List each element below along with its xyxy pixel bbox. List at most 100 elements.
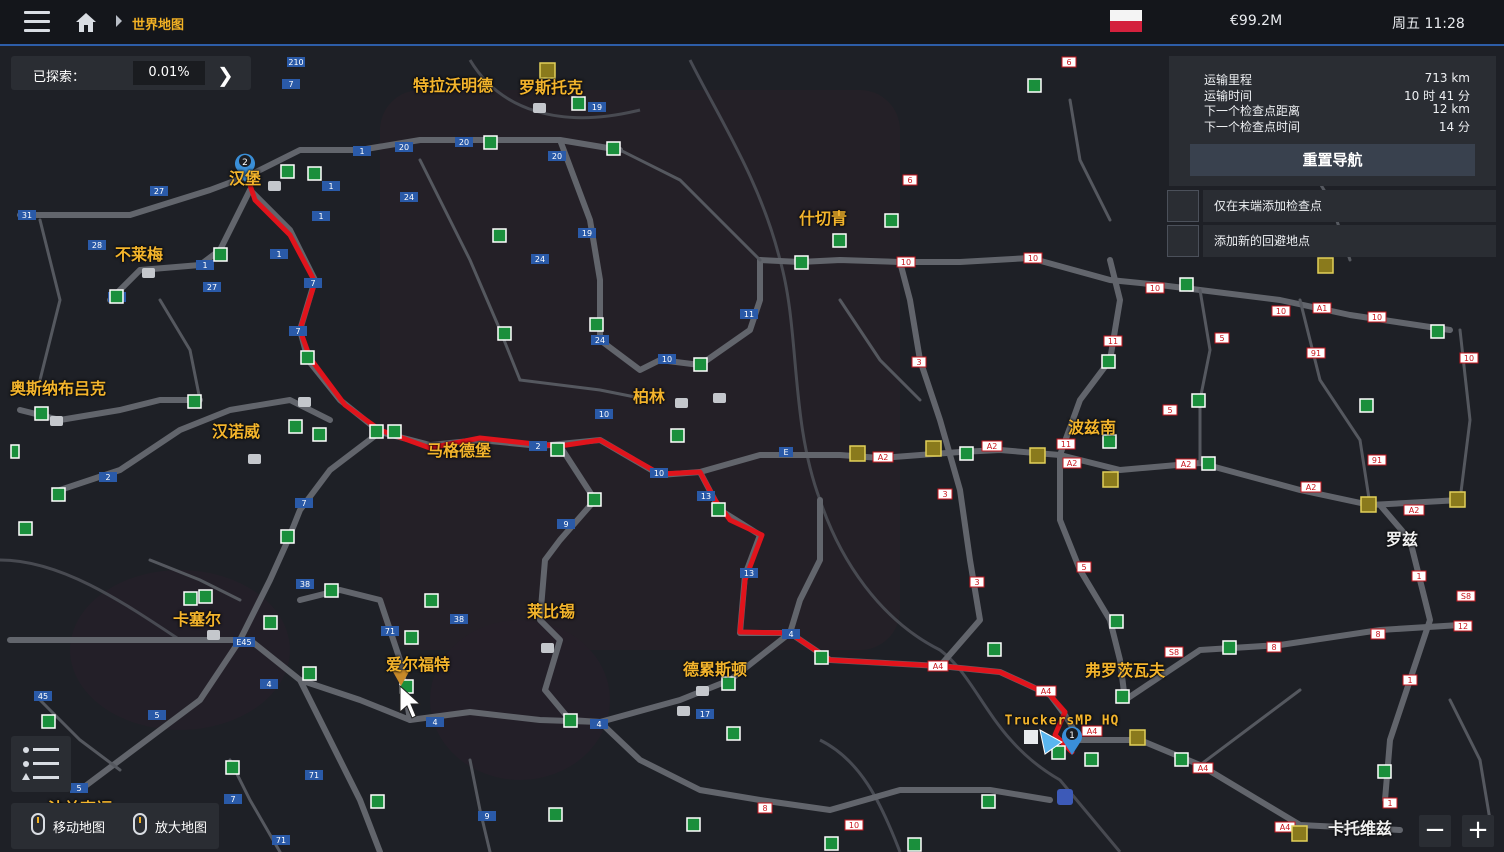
city-label-hannover[interactable]: 汉诺威: [212, 418, 260, 442]
svg-text:3: 3: [974, 578, 979, 587]
svg-text:3: 3: [942, 490, 947, 499]
checkpoint-distance-label: 下一个检查点距离: [1204, 104, 1301, 118]
checkbox-checkpoint-end[interactable]: [1167, 190, 1199, 222]
svg-text:10: 10: [599, 410, 609, 419]
svg-text:12: 12: [1458, 622, 1468, 631]
city-label-leipzig[interactable]: 莱比锡: [527, 598, 575, 622]
svg-text:17: 17: [700, 710, 710, 719]
svg-text:19: 19: [582, 229, 592, 238]
svg-text:9: 9: [484, 812, 489, 821]
top-bar: 世界地图 €99.2M 周五 11:28: [0, 0, 1504, 46]
city-label-szczecin[interactable]: 什切青: [799, 205, 847, 229]
hq-label[interactable]: TruckersMP HQ: [1005, 714, 1120, 729]
svg-text:A2: A2: [1409, 506, 1420, 515]
chevron-right-icon[interactable]: ❯: [217, 63, 234, 87]
option-avoid-location[interactable]: 添加新的回避地点: [1167, 225, 1496, 257]
svg-text:A4: A4: [1198, 764, 1209, 773]
checkpoint-distance-value: 12 km: [1432, 102, 1470, 116]
svg-text:3: 3: [916, 358, 921, 367]
svg-text:5: 5: [1167, 406, 1172, 415]
svg-text:19: 19: [592, 103, 602, 112]
svg-text:10: 10: [1372, 313, 1382, 322]
hint-zoom-map: 放大地图: [155, 821, 208, 836]
svg-text:71: 71: [385, 627, 395, 636]
svg-text:10: 10: [662, 355, 672, 364]
city-label-berlin[interactable]: 柏林: [633, 383, 665, 407]
svg-text:4: 4: [788, 630, 793, 639]
city-label-dresden[interactable]: 德累斯顿: [683, 656, 747, 680]
svg-text:10: 10: [849, 821, 859, 830]
svg-text:91: 91: [1311, 349, 1321, 358]
checkpoint-distance-row: 下一个检查点距离 12 km: [1204, 102, 1470, 118]
svg-text:10: 10: [654, 469, 664, 478]
svg-text:11: 11: [1108, 337, 1118, 346]
svg-text:10: 10: [1028, 254, 1038, 263]
checkpoint-time-label: 下一个检查点时间: [1204, 120, 1301, 134]
city-label-poznan[interactable]: 波兹南: [1068, 414, 1116, 438]
svg-text:4: 4: [266, 680, 271, 689]
option-checkpoint-end[interactable]: 仅在末端添加检查点: [1167, 190, 1496, 222]
route-distance-row: 运输里程 713 km: [1204, 71, 1470, 87]
svg-text:71: 71: [309, 771, 319, 780]
zoom-out-button[interactable]: −: [1419, 815, 1451, 847]
city-label-hamburg[interactable]: 汉堡: [229, 165, 261, 189]
svg-text:1: 1: [318, 212, 323, 221]
svg-text:A2: A2: [878, 453, 889, 462]
city-label-erfurt[interactable]: 爱尔福特: [386, 651, 450, 675]
svg-text:5: 5: [154, 711, 159, 720]
svg-text:S8: S8: [1461, 592, 1471, 601]
city-label-kassel[interactable]: 卡塞尔: [173, 606, 221, 630]
city-label-lodz[interactable]: 罗兹: [1386, 526, 1418, 550]
svg-text:7: 7: [310, 279, 315, 288]
option-checkpoint-end-label[interactable]: 仅在末端添加检查点: [1203, 190, 1496, 222]
zoom-in-button[interactable]: +: [1462, 815, 1494, 847]
city-label-wroclaw[interactable]: 弗罗茨瓦夫: [1085, 657, 1165, 681]
svg-text:7: 7: [288, 80, 293, 89]
svg-text:20: 20: [552, 152, 562, 161]
svg-text:13: 13: [701, 492, 711, 501]
breadcrumb-chevron-icon: [116, 15, 122, 27]
svg-text:2: 2: [105, 473, 110, 482]
reset-navigation-button[interactable]: 重置导航: [1190, 144, 1475, 176]
svg-text:1: 1: [276, 250, 281, 259]
svg-text:1: 1: [1407, 676, 1412, 685]
city-label-katowice[interactable]: 卡托维兹: [1328, 815, 1392, 839]
svg-text:8: 8: [1271, 643, 1276, 652]
svg-text:6: 6: [1066, 58, 1071, 67]
svg-text:1: 1: [1416, 572, 1421, 581]
city-label-travemuende[interactable]: 特拉沃明德: [413, 72, 493, 96]
city-label-bremen[interactable]: 不莱梅: [115, 241, 163, 265]
home-icon[interactable]: [74, 10, 98, 34]
hint-move-map: 移动地图: [53, 821, 106, 836]
svg-text:A2: A2: [987, 442, 998, 451]
svg-text:7: 7: [301, 499, 306, 508]
svg-text:45: 45: [38, 692, 48, 701]
svg-text:5: 5: [76, 784, 81, 793]
city-label-rostock[interactable]: 罗斯托克: [519, 74, 583, 98]
svg-text:20: 20: [459, 138, 469, 147]
control-hints: 移动地图 放大地图: [11, 803, 219, 849]
svg-text:24: 24: [595, 336, 605, 345]
svg-text:10: 10: [901, 258, 911, 267]
svg-text:4: 4: [432, 718, 437, 727]
city-label-osnabrueck[interactable]: 奥斯纳布吕克: [10, 375, 106, 399]
explored-panel: 已探索： 0.01% ❯: [11, 56, 251, 90]
svg-text:E45: E45: [236, 638, 251, 647]
poland-flag-icon: [1110, 10, 1142, 32]
option-avoid-location-label[interactable]: 添加新的回避地点: [1203, 225, 1496, 257]
svg-text:10: 10: [1150, 284, 1160, 293]
svg-text:38: 38: [300, 580, 310, 589]
svg-text:1: 1: [328, 182, 333, 191]
svg-text:5: 5: [1081, 563, 1086, 572]
svg-text:9: 9: [563, 520, 568, 529]
menu-icon[interactable]: [24, 11, 50, 33]
svg-text:8: 8: [1375, 630, 1380, 639]
legend-button[interactable]: [11, 736, 71, 792]
city-label-magdeburg[interactable]: 马格德堡: [427, 437, 491, 461]
svg-text:24: 24: [535, 255, 545, 264]
breadcrumb[interactable]: 世界地图: [132, 14, 184, 33]
checkbox-avoid-location[interactable]: [1167, 225, 1199, 257]
svg-text:11: 11: [1061, 440, 1071, 449]
svg-text:2: 2: [535, 442, 540, 451]
money-balance: €99.2M: [1230, 13, 1283, 29]
